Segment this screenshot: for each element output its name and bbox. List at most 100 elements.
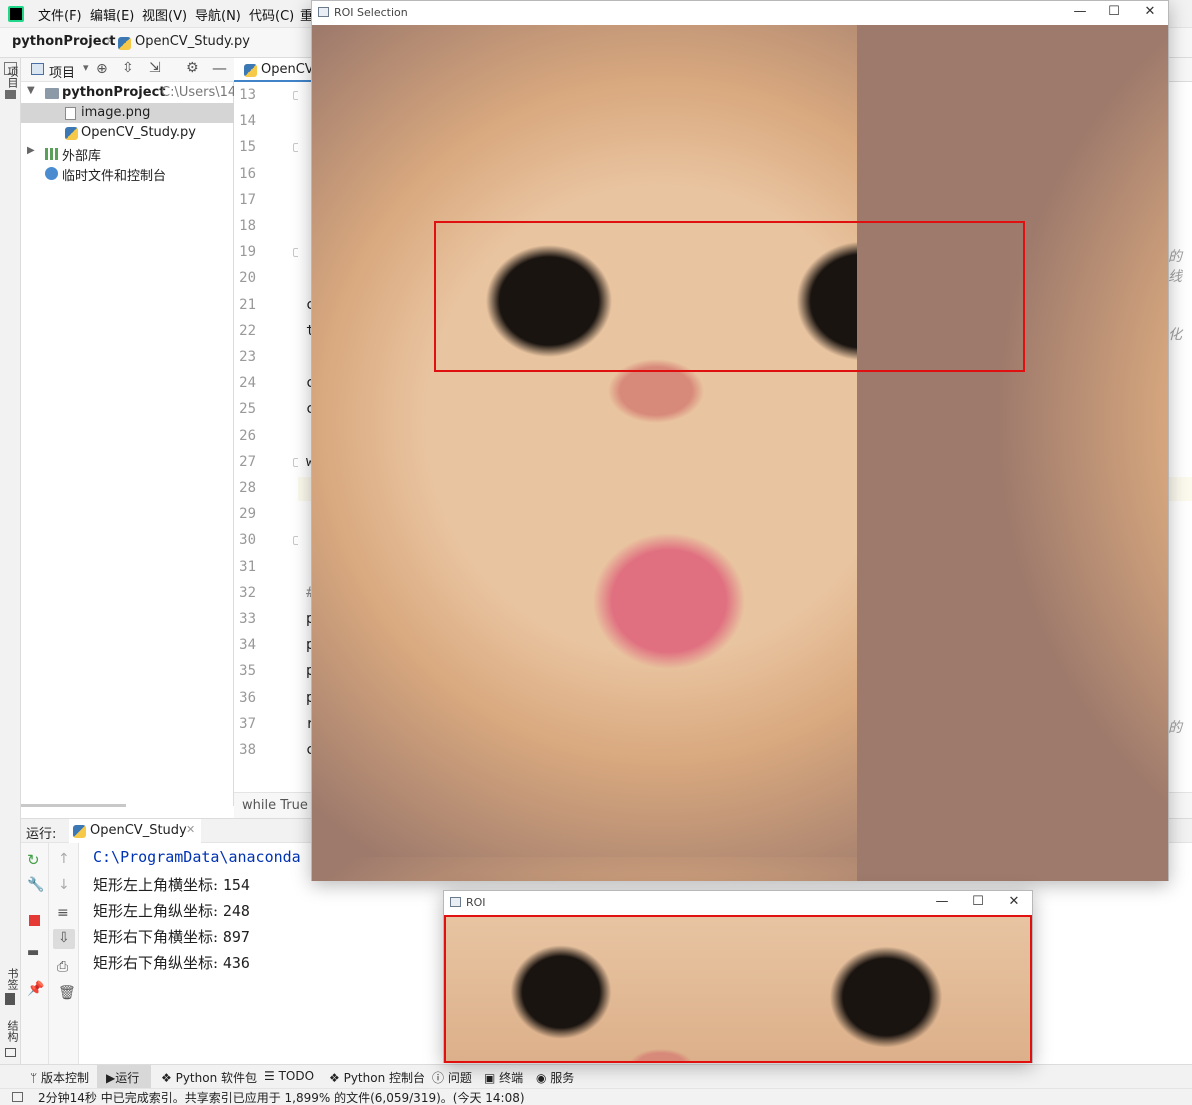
line-number[interactable]: 36 [234, 690, 256, 706]
line-number[interactable]: 29 [234, 506, 256, 522]
tab-problems[interactable]: ⓘ 问题 [432, 1069, 472, 1086]
line-number[interactable]: 14 [234, 113, 256, 129]
menu-edit[interactable]: 编辑(E) [90, 5, 134, 24]
tab-label: Python 控制台 [343, 1071, 425, 1085]
line-number[interactable]: 27 [234, 454, 256, 470]
window-title-bar[interactable]: ROI Selection — ☐ ✕ [312, 1, 1168, 25]
stop-icon[interactable] [29, 915, 40, 926]
roi-window[interactable]: ROI — ☐ ✕ [443, 890, 1033, 1063]
locate-icon[interactable]: ⊕ [96, 61, 108, 77]
line-number[interactable]: 26 [234, 428, 256, 444]
menu-code[interactable]: 代码(C) [249, 5, 294, 24]
window-title-bar[interactable]: ROI — ☐ ✕ [444, 891, 1032, 915]
close-icon[interactable]: ✕ [1004, 894, 1024, 909]
tree-item-image[interactable]: image.png [21, 103, 234, 123]
pin-icon[interactable]: 📌 [27, 981, 44, 997]
arrow-up-icon[interactable]: ↑ [58, 851, 70, 867]
line-number[interactable]: 38 [234, 742, 256, 758]
line-number[interactable]: 37 [234, 716, 256, 732]
line-number[interactable]: 16 [234, 166, 256, 182]
rerun-icon[interactable]: ↻ [27, 851, 40, 869]
tab-python-packages[interactable]: ❖ Python 软件包 [161, 1069, 257, 1086]
arrow-down-icon[interactable]: ↓ [58, 877, 70, 893]
scroll-to-end-button[interactable]: ⇩ [53, 929, 75, 949]
trash-icon[interactable]: 🗑 [58, 985, 76, 1001]
tree-item-scratches[interactable]: 临时文件和控制台 [21, 163, 234, 183]
maximize-icon[interactable]: ☐ [968, 894, 988, 909]
tab-version-control[interactable]: ᛘ 版本控制 [30, 1069, 89, 1086]
tree-item-external-libraries[interactable]: ▶ 外部库 [21, 143, 234, 163]
tab-label: 运行 [115, 1071, 140, 1085]
soft-wrap-icon[interactable]: ≡ [57, 905, 69, 921]
line-number[interactable]: 22 [234, 323, 256, 339]
line-number[interactable]: 32 [234, 585, 256, 601]
line-number[interactable]: 23 [234, 349, 256, 365]
project-view-label[interactable]: 项目 [49, 62, 75, 81]
line-number[interactable]: 25 [234, 401, 256, 417]
line-number[interactable]: 20 [234, 270, 256, 286]
tab-services[interactable]: ◉ 服务 [536, 1069, 574, 1086]
tree-root[interactable]: ▼ pythonProject C:\Users\14 [21, 83, 234, 103]
line-number[interactable]: 17 [234, 192, 256, 208]
expand-all-icon[interactable]: ⇳ [122, 60, 134, 76]
line-number[interactable]: 24 [234, 375, 256, 391]
line-number[interactable]: 30 [234, 532, 256, 548]
breadcrumb-project[interactable]: pythonProject [12, 34, 116, 49]
package-icon: ❖ [161, 1071, 176, 1085]
chevron-down-icon[interactable]: ▼ [27, 85, 35, 96]
menu-view[interactable]: 视图(V) [142, 5, 187, 24]
close-icon[interactable]: ✕ [186, 823, 195, 836]
roi-cropped-image[interactable] [444, 915, 1032, 1063]
minimize-icon[interactable]: — [1070, 4, 1090, 19]
line-number[interactable]: 15 [234, 139, 256, 155]
collapse-all-icon[interactable]: ⇲ [149, 60, 161, 76]
breadcrumb-file[interactable]: OpenCV_Study.py [135, 34, 250, 49]
cat-photo[interactable] [312, 25, 1168, 881]
breadcrumb-separator: › [106, 34, 112, 49]
tree-item-label: OpenCV_Study.py [81, 125, 196, 140]
tab-run[interactable]: ▶运行 [106, 1069, 139, 1086]
line-number[interactable]: 21 [234, 297, 256, 313]
layout-icon[interactable]: ▬ [27, 945, 39, 960]
tab-terminal[interactable]: ▣ 终端 [484, 1069, 523, 1086]
line-number[interactable]: 13 [234, 87, 256, 103]
python-file-icon [118, 37, 131, 50]
line-number[interactable]: 19 [234, 244, 256, 260]
bookmark-icon[interactable] [5, 993, 15, 1005]
library-icon [45, 148, 59, 160]
minimize-icon[interactable]: — [932, 894, 952, 909]
gear-icon[interactable]: ⚙ [186, 60, 199, 76]
tree-item-script[interactable]: OpenCV_Study.py [21, 123, 234, 143]
line-number[interactable]: 35 [234, 663, 256, 679]
maximize-icon[interactable]: ☐ [1104, 4, 1124, 19]
close-icon[interactable]: ✕ [1140, 4, 1160, 19]
wrench-icon[interactable]: 🔧 [27, 877, 44, 893]
editor-gutter: 13 14 15 16 17 18 19 20 21 22 23 24 25 26 27 28 29 30 31 32… [234, 82, 302, 792]
line-number[interactable]: 18 [234, 218, 256, 234]
tab-python-console[interactable]: ❖ Python 控制台 [329, 1069, 425, 1086]
roi-selection-window[interactable]: ROI Selection — ☐ ✕ [311, 0, 1169, 881]
horizontal-scrollbar[interactable] [21, 804, 126, 807]
hide-icon[interactable]: — [212, 59, 227, 77]
line-number[interactable]: 31 [234, 559, 256, 575]
line-number[interactable]: 28 [234, 480, 256, 496]
bookmarks-tool-label[interactable]: 书签 [4, 968, 20, 990]
run-tab[interactable]: OpenCV_Study ✕ [69, 819, 201, 843]
line-number[interactable]: 34 [234, 637, 256, 653]
chevron-right-icon[interactable]: ▶ [27, 145, 35, 156]
print-icon[interactable]: ⎙ [57, 959, 68, 975]
structure-icon[interactable] [5, 1048, 16, 1057]
tab-todo[interactable]: ☰ TODO [264, 1069, 314, 1083]
status-toggle-icon[interactable] [12, 1092, 23, 1102]
menu-navigate[interactable]: 导航(N) [195, 5, 241, 24]
chevron-down-icon[interactable]: ▾ [83, 61, 89, 74]
project-tool-label[interactable]: 项目 [4, 66, 20, 88]
services-icon: ◉ [536, 1071, 551, 1085]
tab-opencv-study[interactable]: OpenCV [234, 58, 314, 82]
line-number[interactable]: 33 [234, 611, 256, 627]
folder-tool-icon[interactable] [5, 90, 16, 99]
tab-label: TODO [278, 1069, 315, 1083]
menu-file[interactable]: 文件(F) [38, 5, 82, 24]
structure-tool-label[interactable]: 结构 [4, 1020, 20, 1042]
code-context-crumb[interactable]: while True [242, 798, 308, 813]
